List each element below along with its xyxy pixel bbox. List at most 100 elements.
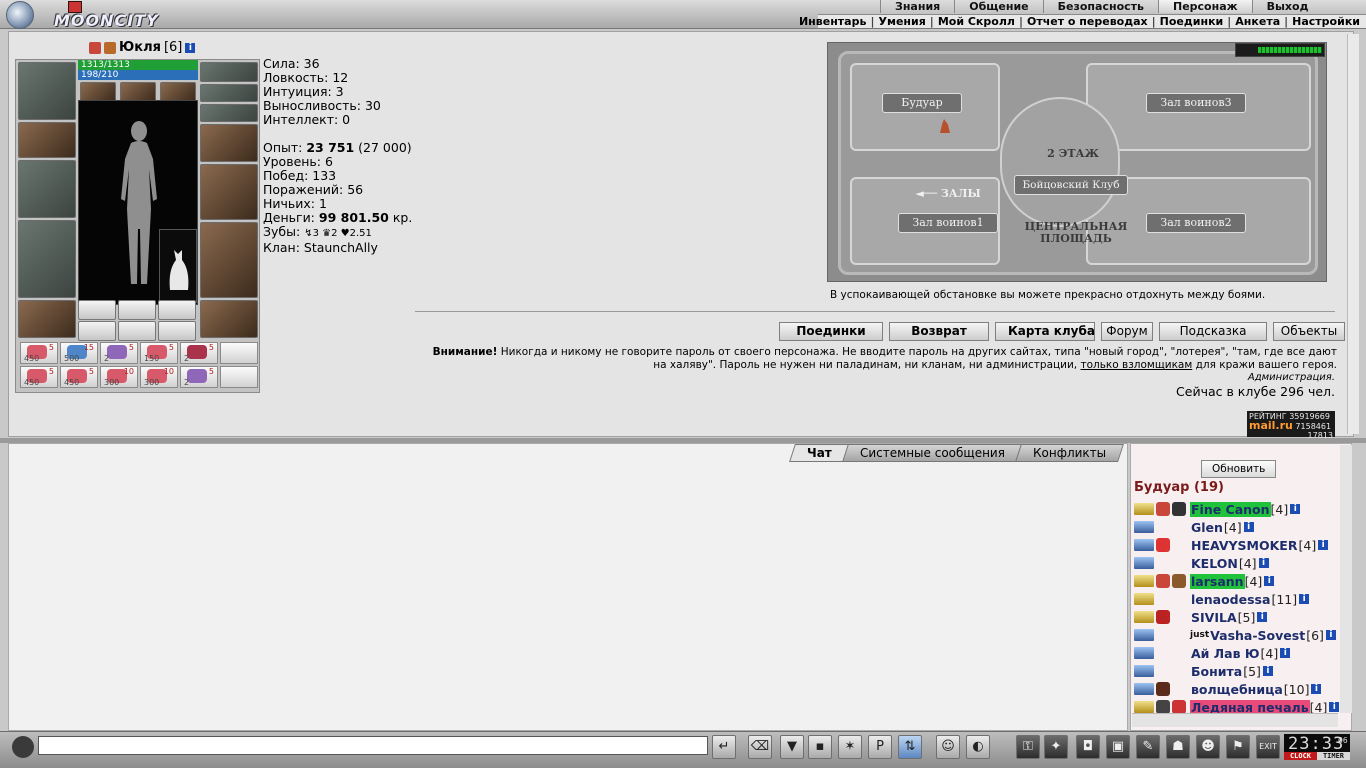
bag-icon[interactable]: ◘: [1076, 735, 1100, 759]
timer-tab[interactable]: TIMER: [1317, 752, 1350, 760]
potion-slot[interactable]: 10 300: [100, 366, 138, 388]
clear-icon[interactable]: ⌫: [748, 735, 772, 759]
scroll-slot-3[interactable]: [160, 82, 196, 102]
rings-slot[interactable]: [200, 104, 258, 122]
private-message-icon[interactable]: [1134, 611, 1154, 623]
pets-icon[interactable]: ☻: [1196, 735, 1220, 759]
user-info-icon[interactable]: i: [1299, 594, 1310, 604]
tab-system-messages[interactable]: Системные сообщения: [841, 444, 1023, 462]
potion-slot[interactable]: 52: [180, 342, 218, 364]
potion-slot[interactable]: 52: [180, 366, 218, 388]
pants-slot[interactable]: [200, 222, 258, 298]
hint-button[interactable]: Подсказка: [1159, 322, 1267, 341]
user-info-icon[interactable]: i: [1329, 702, 1340, 712]
armor-slot[interactable]: [18, 220, 76, 298]
scroll-lock-icon[interactable]: ⇅: [898, 735, 922, 759]
pet-slot[interactable]: [159, 229, 197, 303]
chat-mode-icon[interactable]: [12, 736, 34, 758]
label-fight-club[interactable]: Бойцовский Клуб: [1014, 175, 1128, 195]
boots-slot[interactable]: [200, 300, 258, 338]
halls-label[interactable]: ◄── ЗАЛЫ: [908, 187, 988, 200]
belt-slot[interactable]: [18, 300, 76, 338]
flag-menu-icon[interactable]: ⚑: [1226, 735, 1250, 759]
label-hall1[interactable]: Зал воинов1: [898, 213, 998, 233]
user-info-icon[interactable]: i: [1318, 540, 1329, 550]
send-icon[interactable]: ↵: [712, 735, 736, 759]
submenu-skills[interactable]: Умения: [878, 15, 925, 28]
back-button[interactable]: Возврат: [889, 322, 989, 341]
user-info-icon[interactable]: i: [1257, 612, 1268, 622]
wand-icon[interactable]: ✦: [1044, 735, 1068, 759]
user-info-icon[interactable]: i: [1290, 504, 1301, 514]
scroll-slot-1[interactable]: [80, 82, 116, 102]
user-info-icon[interactable]: i: [1243, 522, 1254, 532]
filter-icon[interactable]: ▼: [780, 735, 804, 759]
user-name[interactable]: Fine Canon: [1190, 501, 1271, 517]
weapon-slot[interactable]: [18, 160, 76, 218]
chat-input[interactable]: [38, 736, 708, 755]
private-message-icon[interactable]: [1134, 665, 1154, 677]
label-hall3[interactable]: Зал воинов3: [1146, 93, 1246, 113]
amulet-slot[interactable]: [200, 84, 258, 102]
helmet-slot[interactable]: [18, 62, 76, 120]
mailru-rating-counter[interactable]: РЕЙТИНГ 35919669 mail.ru 7158461 17813: [1247, 411, 1335, 440]
user-info-icon[interactable]: i: [1262, 666, 1273, 676]
user-info-icon[interactable]: i: [1258, 558, 1269, 568]
earring-slot[interactable]: [200, 62, 258, 82]
rune-slot-4[interactable]: [78, 321, 116, 341]
scroll-slot-2[interactable]: [120, 82, 156, 102]
private-message-icon[interactable]: [1134, 503, 1154, 515]
site-logo[interactable]: MOONCITY: [4, 1, 164, 30]
empty-slot[interactable]: [220, 342, 258, 364]
save-icon[interactable]: ▪: [808, 735, 832, 759]
user-list-hscrollbar[interactable]: [1132, 713, 1338, 727]
user-name[interactable]: KELON: [1190, 556, 1239, 571]
club-map-button[interactable]: Карта клуба: [995, 322, 1095, 341]
user-name[interactable]: волщебница: [1190, 682, 1284, 697]
bracers-slot[interactable]: [18, 122, 76, 158]
tab-chat[interactable]: Чат: [789, 444, 850, 462]
private-message-icon[interactable]: [1134, 557, 1154, 569]
user-info-icon[interactable]: i: [1264, 576, 1275, 586]
user-name[interactable]: Vasha-Sovest: [1209, 628, 1306, 643]
gloves-slot[interactable]: [200, 124, 258, 162]
private-message-icon[interactable]: [1134, 683, 1154, 695]
potion-slot[interactable]: 15 500: [60, 342, 98, 364]
potion-slot[interactable]: 5 150: [140, 342, 178, 364]
tab-conflicts[interactable]: Конфликты: [1014, 444, 1124, 462]
private-message-icon[interactable]: [1134, 593, 1154, 605]
friends-icon[interactable]: ☗: [1166, 735, 1190, 759]
fights-button[interactable]: Поединки: [779, 322, 883, 341]
exit-icon[interactable]: EXIT: [1256, 735, 1280, 759]
chest-icon[interactable]: ▣: [1106, 735, 1130, 759]
potion-slot[interactable]: 5 450: [20, 366, 58, 388]
user-name[interactable]: larsann: [1190, 573, 1245, 589]
private-message-icon[interactable]: [1134, 539, 1154, 551]
potion-slot[interactable]: 10 300: [140, 366, 178, 388]
submenu-transfer-report[interactable]: Отчет о переводах: [1027, 15, 1148, 28]
translit-icon[interactable]: P: [868, 735, 892, 759]
user-name[interactable]: Glen: [1190, 520, 1224, 535]
submenu-inventory[interactable]: Инвентарь: [799, 15, 866, 28]
rune-slot-3[interactable]: [158, 300, 196, 320]
menu-item-communication[interactable]: Общение: [954, 0, 1042, 13]
menu-item-knowledge[interactable]: Знания: [880, 0, 954, 13]
info-icon[interactable]: i: [185, 42, 196, 53]
private-message-icon[interactable]: [1134, 629, 1154, 641]
private-message-icon[interactable]: [1134, 521, 1154, 533]
label-hall2[interactable]: Зал воинов2: [1146, 213, 1246, 233]
shield-slot[interactable]: [200, 164, 258, 220]
submenu-settings[interactable]: Настройки: [1292, 15, 1360, 28]
lock-icon[interactable]: ⚿: [1016, 735, 1040, 759]
book-icon[interactable]: ✎: [1136, 735, 1160, 759]
user-name[interactable]: Ай Лав Ю: [1190, 646, 1261, 661]
forum-button[interactable]: Форум: [1101, 322, 1153, 341]
user-name[interactable]: HEAVYSMOKER: [1190, 538, 1298, 553]
label-boudoir[interactable]: Будуар: [882, 93, 962, 113]
private-message-icon[interactable]: [1134, 647, 1154, 659]
user-info-icon[interactable]: i: [1311, 684, 1322, 694]
potion-slot[interactable]: 5 450: [20, 342, 58, 364]
rune-slot-6[interactable]: [158, 321, 196, 341]
rune-slot-1[interactable]: [78, 300, 116, 320]
menu-item-character[interactable]: Персонаж: [1158, 0, 1252, 13]
